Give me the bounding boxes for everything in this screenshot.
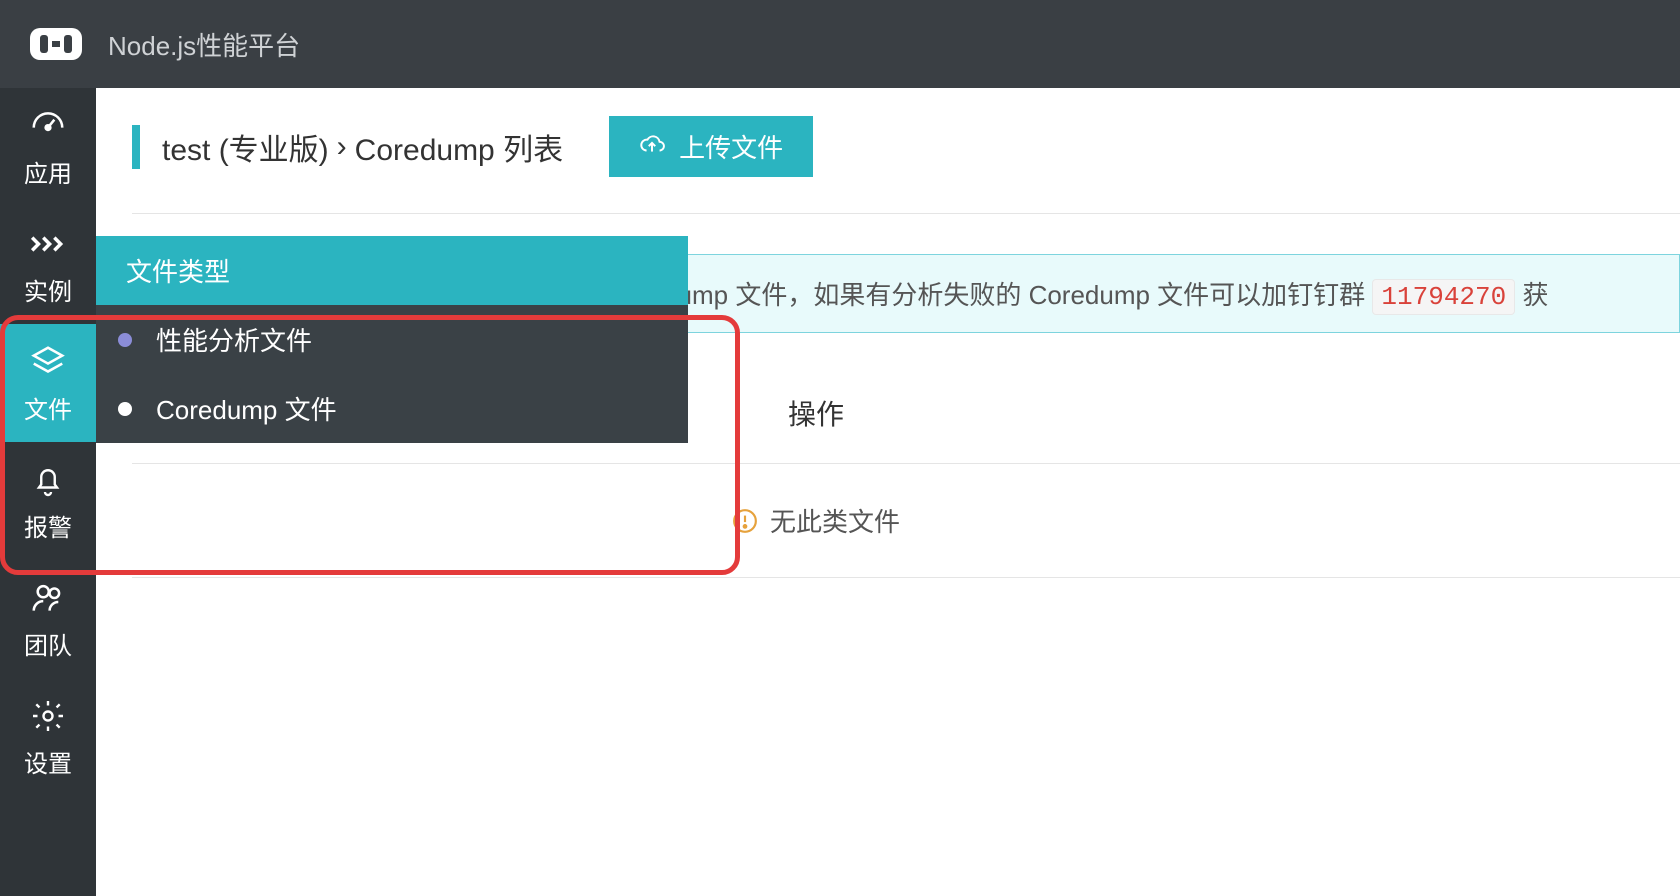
sidebar-item-label: 设置 — [24, 744, 72, 779]
submenu-item-coredump[interactable]: Coredump 文件 — [96, 374, 688, 443]
cloud-upload-icon — [639, 131, 665, 162]
bullet-icon — [118, 402, 132, 416]
gauge-icon — [28, 106, 68, 146]
bell-icon — [28, 460, 68, 500]
submenu-item-label: 性能分析文件 — [156, 321, 312, 358]
breadcrumb-row: test (专业版) › Coredump 列表 上传文件 — [132, 116, 1680, 214]
main-content: test (专业版) › Coredump 列表 上传文件 — [96, 88, 1680, 896]
sidebar-item-instance[interactable]: 实例 — [0, 206, 96, 324]
breadcrumb-sep: › — [337, 130, 347, 164]
upload-button[interactable]: 上传文件 — [609, 116, 813, 177]
accent-bar — [132, 125, 140, 169]
top-header: Node.js性能平台 — [0, 0, 1680, 88]
sidebar-item-settings[interactable]: 设置 — [0, 678, 96, 796]
upload-button-label: 上传文件 — [679, 128, 783, 165]
file-submenu: 文件类型 性能分析文件 Coredump 文件 — [96, 236, 688, 443]
sidebar-item-alarm[interactable]: 报警 — [0, 442, 96, 560]
submenu-item-label: Coredump 文件 — [156, 390, 337, 427]
sidebar-item-app[interactable]: 应用 — [0, 88, 96, 206]
chevrons-icon — [28, 224, 68, 264]
sidebar-item-label: 应用 — [24, 154, 72, 189]
submenu-header: 文件类型 — [96, 236, 688, 305]
warning-icon — [732, 508, 758, 534]
sidebar: 应用 实例 文件 — [0, 88, 96, 896]
users-icon — [28, 578, 68, 618]
header-title: Node.js性能平台 — [108, 26, 300, 63]
bullet-icon — [118, 333, 132, 347]
breadcrumb: test (专业版) › Coredump 列表 — [132, 125, 563, 169]
empty-row: 无此类文件 — [132, 464, 1680, 578]
breadcrumb-app[interactable]: test (专业版) — [162, 125, 329, 169]
logo-icon — [28, 24, 84, 64]
sidebar-item-label: 实例 — [24, 272, 72, 307]
sidebar-item-label: 报警 — [24, 508, 72, 543]
sidebar-item-label: 团队 — [24, 626, 72, 661]
sidebar-item-file[interactable]: 文件 — [0, 324, 96, 442]
group-chip: 11794270 — [1372, 279, 1515, 315]
gear-icon — [28, 696, 68, 736]
stack-icon — [28, 342, 68, 382]
sidebar-item-team[interactable]: 团队 — [0, 560, 96, 678]
breadcrumb-page: Coredump 列表 — [355, 125, 563, 169]
empty-text: 无此类文件 — [770, 502, 900, 539]
col-action: 操作 — [788, 399, 844, 430]
sidebar-item-label: 文件 — [24, 390, 72, 425]
submenu-item-perf[interactable]: 性能分析文件 — [96, 305, 688, 374]
